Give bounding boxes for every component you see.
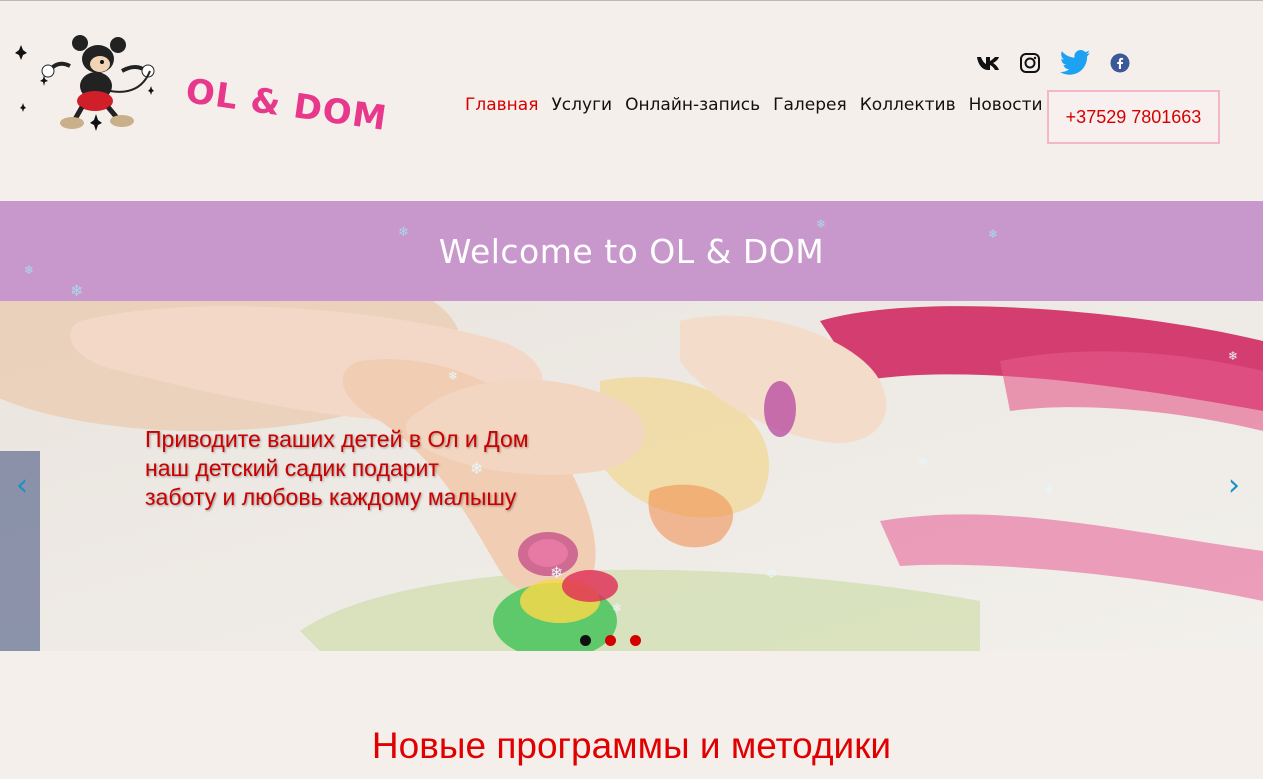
- carousel-next-arrow-icon[interactable]: ›: [1228, 471, 1240, 501]
- welcome-title: Welcome to OL & DOM: [438, 231, 825, 271]
- hero-carousel: Приводите ваших детей в Ол и Дом наш дет…: [0, 301, 1263, 651]
- slide-caption: Приводите ваших детей в Ол и Дом наш дет…: [145, 425, 529, 512]
- facebook-icon[interactable]: [1106, 49, 1134, 77]
- caption-line: заботу и любовь каждому малышу: [145, 484, 517, 510]
- social-links: [974, 49, 1134, 77]
- caption-line: Приводите ваших детей в Ол и Дом: [145, 426, 529, 452]
- instagram-icon[interactable]: [1016, 49, 1044, 77]
- carousel-dot[interactable]: [630, 635, 641, 646]
- nav-item-online-booking[interactable]: Онлайн-запись: [625, 95, 760, 115]
- carousel-prev-arrow-icon[interactable]: ‹: [16, 471, 28, 501]
- welcome-banner: Welcome to OL & DOM: [0, 201, 1263, 301]
- nav-item-news[interactable]: Новости: [969, 95, 1043, 115]
- caption-line: наш детский садик подарит: [145, 455, 439, 481]
- carousel-dot[interactable]: [580, 635, 591, 646]
- nav-item-home[interactable]: Главная: [465, 95, 538, 115]
- section-heading: Новые программы и методики: [371, 725, 892, 766]
- vk-icon[interactable]: [974, 49, 1002, 77]
- main-nav: Главная Услуги Онлайн-запись Галерея Кол…: [465, 95, 1043, 115]
- phone-button[interactable]: +37529 7801663: [1047, 90, 1220, 144]
- carousel-indicators: [580, 635, 641, 646]
- nav-item-gallery[interactable]: Галерея: [773, 95, 847, 115]
- nav-item-team[interactable]: Коллектив: [860, 95, 956, 115]
- nav-item-services[interactable]: Услуги: [551, 95, 612, 115]
- mascot-logo-icon[interactable]: [10, 31, 160, 136]
- carousel-dot[interactable]: [605, 635, 616, 646]
- twitter-icon[interactable]: [1058, 49, 1092, 77]
- site-header: OL & DOM Главная Услуги Онлайн-запись Га…: [0, 1, 1263, 201]
- brand-logo[interactable]: OL & DOM: [183, 71, 389, 139]
